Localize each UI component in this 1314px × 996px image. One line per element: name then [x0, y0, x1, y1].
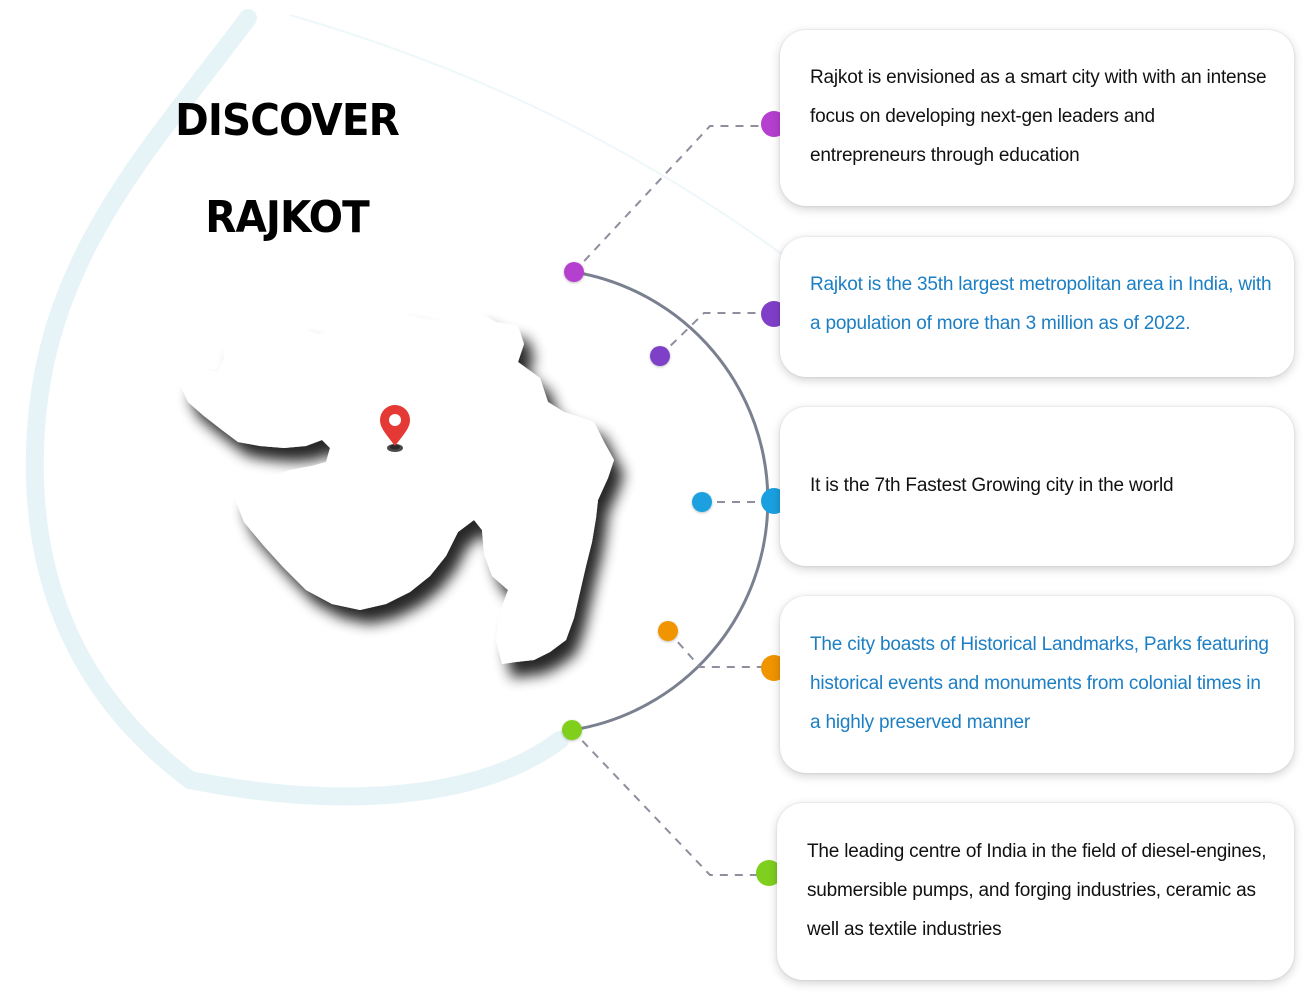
fact-card-1: Rajkot is envisioned as a smart city wit… — [780, 30, 1294, 206]
arc-dot-1 — [564, 262, 584, 282]
fact-card-4: The city boasts of Historical Landmarks,… — [780, 596, 1294, 773]
fact-text-5: The leading centre of India in the field… — [807, 841, 1267, 940]
page-title-line-1: DISCOVER — [175, 95, 400, 146]
page-title-line-2: RAJKOT — [205, 192, 370, 243]
fact-card-2: Rajkot is the 35th largest metropolitan … — [780, 237, 1294, 377]
fact-card-3: It is the 7th Fastest Growing city in th… — [780, 407, 1294, 566]
fact-card-5: The leading centre of India in the field… — [777, 803, 1294, 980]
connector-4 — [667, 630, 770, 668]
connector-5 — [571, 729, 766, 876]
fact-text-3: It is the 7th Fastest Growing city in th… — [810, 475, 1174, 496]
arc-dot-3 — [692, 492, 712, 512]
arc-dot-5 — [562, 720, 582, 740]
connector-1 — [573, 125, 770, 273]
fact-text-4: The city boasts of Historical Landmarks,… — [810, 634, 1269, 733]
fact-text-1: Rajkot is envisioned as a smart city wit… — [810, 67, 1267, 166]
arc-dot-2 — [650, 346, 670, 366]
connector-2 — [659, 312, 770, 357]
gujarat-map-icon — [180, 312, 614, 664]
fact-text-2: Rajkot is the 35th largest metropolitan … — [810, 274, 1272, 334]
arc-dot-4 — [658, 621, 678, 641]
